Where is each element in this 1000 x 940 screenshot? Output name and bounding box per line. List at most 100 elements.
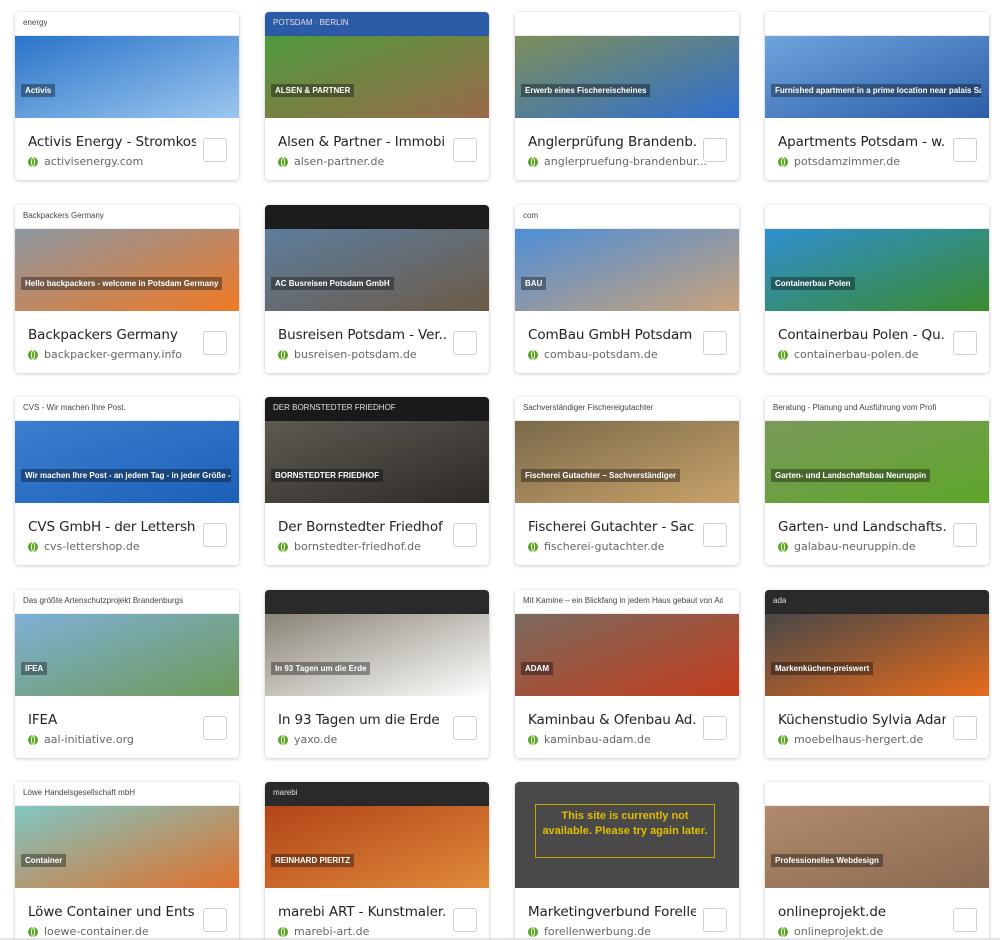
site-card[interactable]: Löwe Handelsgesellschaft mbH Container Löw… [15,782,239,940]
site-card[interactable]: POTSDAM · BERLIN ALSEN & PARTNER Alsen & P… [265,12,489,180]
select-checkbox[interactable] [703,716,727,740]
site-domain[interactable]: cvs-lettershop.de [44,540,140,553]
select-checkbox[interactable] [203,716,227,740]
select-checkbox[interactable] [953,716,977,740]
site-card[interactable]: Professionelles Webdesign onlineprojekt.d… [765,782,989,940]
site-card[interactable]: This site is currently not available. Pl… [515,782,739,940]
site-card[interactable]: Beratung - Planung und Ausführung vom Pr… [765,397,989,565]
site-thumbnail[interactable]: POTSDAM · BERLIN ALSEN & PARTNER [265,12,489,118]
site-domain[interactable]: backpacker-germany.info [44,348,182,361]
site-title[interactable]: Apartments Potsdam - w... [778,134,946,150]
select-checkbox[interactable] [203,138,227,162]
site-thumbnail[interactable]: CVS - Wir machen Ihre Post. Wir machen Ih… [15,397,239,503]
site-card[interactable]: Sachverständiger Fischereigutachter Fisch… [515,397,739,565]
site-domain[interactable]: moebelhaus-hergert.de [794,733,923,746]
site-domain[interactable]: fischerei-gutachter.de [544,540,664,553]
select-checkbox[interactable] [203,908,227,932]
select-checkbox[interactable] [953,523,977,547]
site-title[interactable]: Backpackers Germany [28,327,196,343]
select-checkbox[interactable] [203,331,227,355]
site-card[interactable]: energy Activis Activis Energy - Stromkos..… [15,12,239,180]
site-card[interactable]: DER BORNSTEDTER FRIEDHOF BORNSTEDTER FRIE… [265,397,489,565]
site-thumbnail[interactable]: Löwe Handelsgesellschaft mbH Container [15,782,239,888]
site-card[interactable]: Das größte Artenschutzprojekt Brandenbur… [15,590,239,758]
site-domain[interactable]: kaminbau-adam.de [544,733,651,746]
select-checkbox[interactable] [453,908,477,932]
site-card[interactable]: AC Busreisen Potsdam GmbH Busreisen Potsd… [265,205,489,373]
select-checkbox[interactable] [703,138,727,162]
site-card[interactable]: Mit Kamine – ein Blickfang in jedem Haus… [515,590,739,758]
site-domain[interactable]: aal-initiative.org [44,733,134,746]
site-title[interactable]: ComBau GmbH Potsdam [528,327,696,343]
select-checkbox[interactable] [453,138,477,162]
site-title[interactable]: Fischerei Gutachter - Sac... [528,519,696,535]
site-title[interactable]: Busreisen Potsdam - Ver... [278,327,446,343]
site-domain[interactable]: loewe-container.de [44,925,149,938]
site-title[interactable]: Löwe Container und Ents... [28,904,196,920]
site-domain[interactable]: marebi-art.de [294,925,369,938]
site-thumbnail[interactable]: Erwerb eines Fischereischeines [515,12,739,118]
site-title[interactable]: Kaminbau & Ofenbau Ad... [528,712,696,728]
site-domain[interactable]: potsdamzimmer.de [794,155,900,168]
site-thumbnail[interactable]: Backpackers Germany Hello backpackers - w… [15,205,239,311]
select-checkbox[interactable] [953,908,977,932]
site-thumbnail[interactable]: Containerbau Polen [765,205,989,311]
select-checkbox[interactable] [703,523,727,547]
site-thumbnail[interactable]: Furnished apartment in a prime location … [765,12,989,118]
site-thumbnail[interactable]: DER BORNSTEDTER FRIEDHOF BORNSTEDTER FRIE… [265,397,489,503]
site-title[interactable]: Alsen & Partner - Immobi... [278,134,446,150]
site-title[interactable]: onlineprojekt.de [778,904,946,920]
site-thumbnail[interactable]: com BAU [515,205,739,311]
site-title[interactable]: In 93 Tagen um die Erde [278,712,446,728]
site-title[interactable]: Anglerprüfung Brandenb... [528,134,696,150]
site-thumbnail[interactable]: Sachverständiger Fischereigutachter Fisch… [515,397,739,503]
site-card[interactable]: marebi REINHARD PIERITZ marebi ART - Kunst… [265,782,489,940]
site-title[interactable]: Containerbau Polen - Qu... [778,327,946,343]
site-domain[interactable]: onlineprojekt.de [794,925,883,938]
site-card[interactable]: In 93 Tagen um die Erde In 93 Tagen um di… [265,590,489,758]
site-title[interactable]: marebi ART - Kunstmaler... [278,904,446,920]
site-thumbnail[interactable]: Das größte Artenschutzprojekt Brandenbur… [15,590,239,696]
site-domain[interactable]: yaxo.de [294,733,337,746]
site-title[interactable]: Der Bornstedter Friedhof [278,519,446,535]
select-checkbox[interactable] [453,716,477,740]
select-checkbox[interactable] [953,331,977,355]
site-domain[interactable]: galabau-neuruppin.de [794,540,916,553]
site-thumbnail[interactable]: energy Activis [15,12,239,118]
site-title[interactable]: CVS GmbH - der Lettersh... [28,519,196,535]
site-thumbnail[interactable]: In 93 Tagen um die Erde [265,590,489,696]
site-card[interactable]: Erwerb eines Fischereischeines Anglerprüf… [515,12,739,180]
site-thumbnail[interactable]: Professionelles Webdesign [765,782,989,888]
site-domain[interactable]: combau-potsdam.de [544,348,658,361]
site-thumbnail[interactable]: marebi REINHARD PIERITZ [265,782,489,888]
site-title[interactable]: Garten- und Landschafts... [778,519,946,535]
site-title[interactable]: IFEA [28,712,196,728]
select-checkbox[interactable] [703,331,727,355]
site-card[interactable]: Furnished apartment in a prime location … [765,12,989,180]
site-card[interactable]: ada Markenküchen-preiswert Küchenstudio Sy… [765,590,989,758]
site-domain[interactable]: anglerpruefung-brandenbur... [544,155,707,168]
site-thumbnail[interactable]: ada Markenküchen-preiswert [765,590,989,696]
site-thumbnail[interactable]: This site is currently not available. Pl… [515,782,739,888]
site-card[interactable]: CVS - Wir machen Ihre Post. Wir machen Ih… [15,397,239,565]
site-domain[interactable]: alsen-partner.de [294,155,384,168]
site-title[interactable]: Activis Energy - Stromkos... [28,134,196,150]
site-card[interactable]: Backpackers Germany Hello backpackers - w… [15,205,239,373]
site-thumbnail[interactable]: Beratung - Planung und Ausführung vom Pr… [765,397,989,503]
site-title[interactable]: Marketingverbund Forelle [528,904,696,920]
site-domain[interactable]: containerbau-polen.de [794,348,919,361]
select-checkbox[interactable] [703,908,727,932]
site-title[interactable]: Küchenstudio Sylvia Adam [778,712,946,728]
site-thumbnail[interactable]: AC Busreisen Potsdam GmbH [265,205,489,311]
select-checkbox[interactable] [203,523,227,547]
select-checkbox[interactable] [453,331,477,355]
site-domain[interactable]: busreisen-potsdam.de [294,348,417,361]
site-thumbnail[interactable]: Mit Kamine – ein Blickfang in jedem Haus… [515,590,739,696]
site-domain[interactable]: bornstedter-friedhof.de [294,540,421,553]
site-domain[interactable]: activisenergy.com [44,155,143,168]
site-card[interactable]: Containerbau Polen Containerbau Polen - Q… [765,205,989,373]
site-card[interactable]: com BAU ComBau GmbH Potsdam combau-potsdam.… [515,205,739,373]
site-domain[interactable]: forellenwerbung.de [544,925,651,938]
select-checkbox[interactable] [453,523,477,547]
select-checkbox[interactable] [953,138,977,162]
